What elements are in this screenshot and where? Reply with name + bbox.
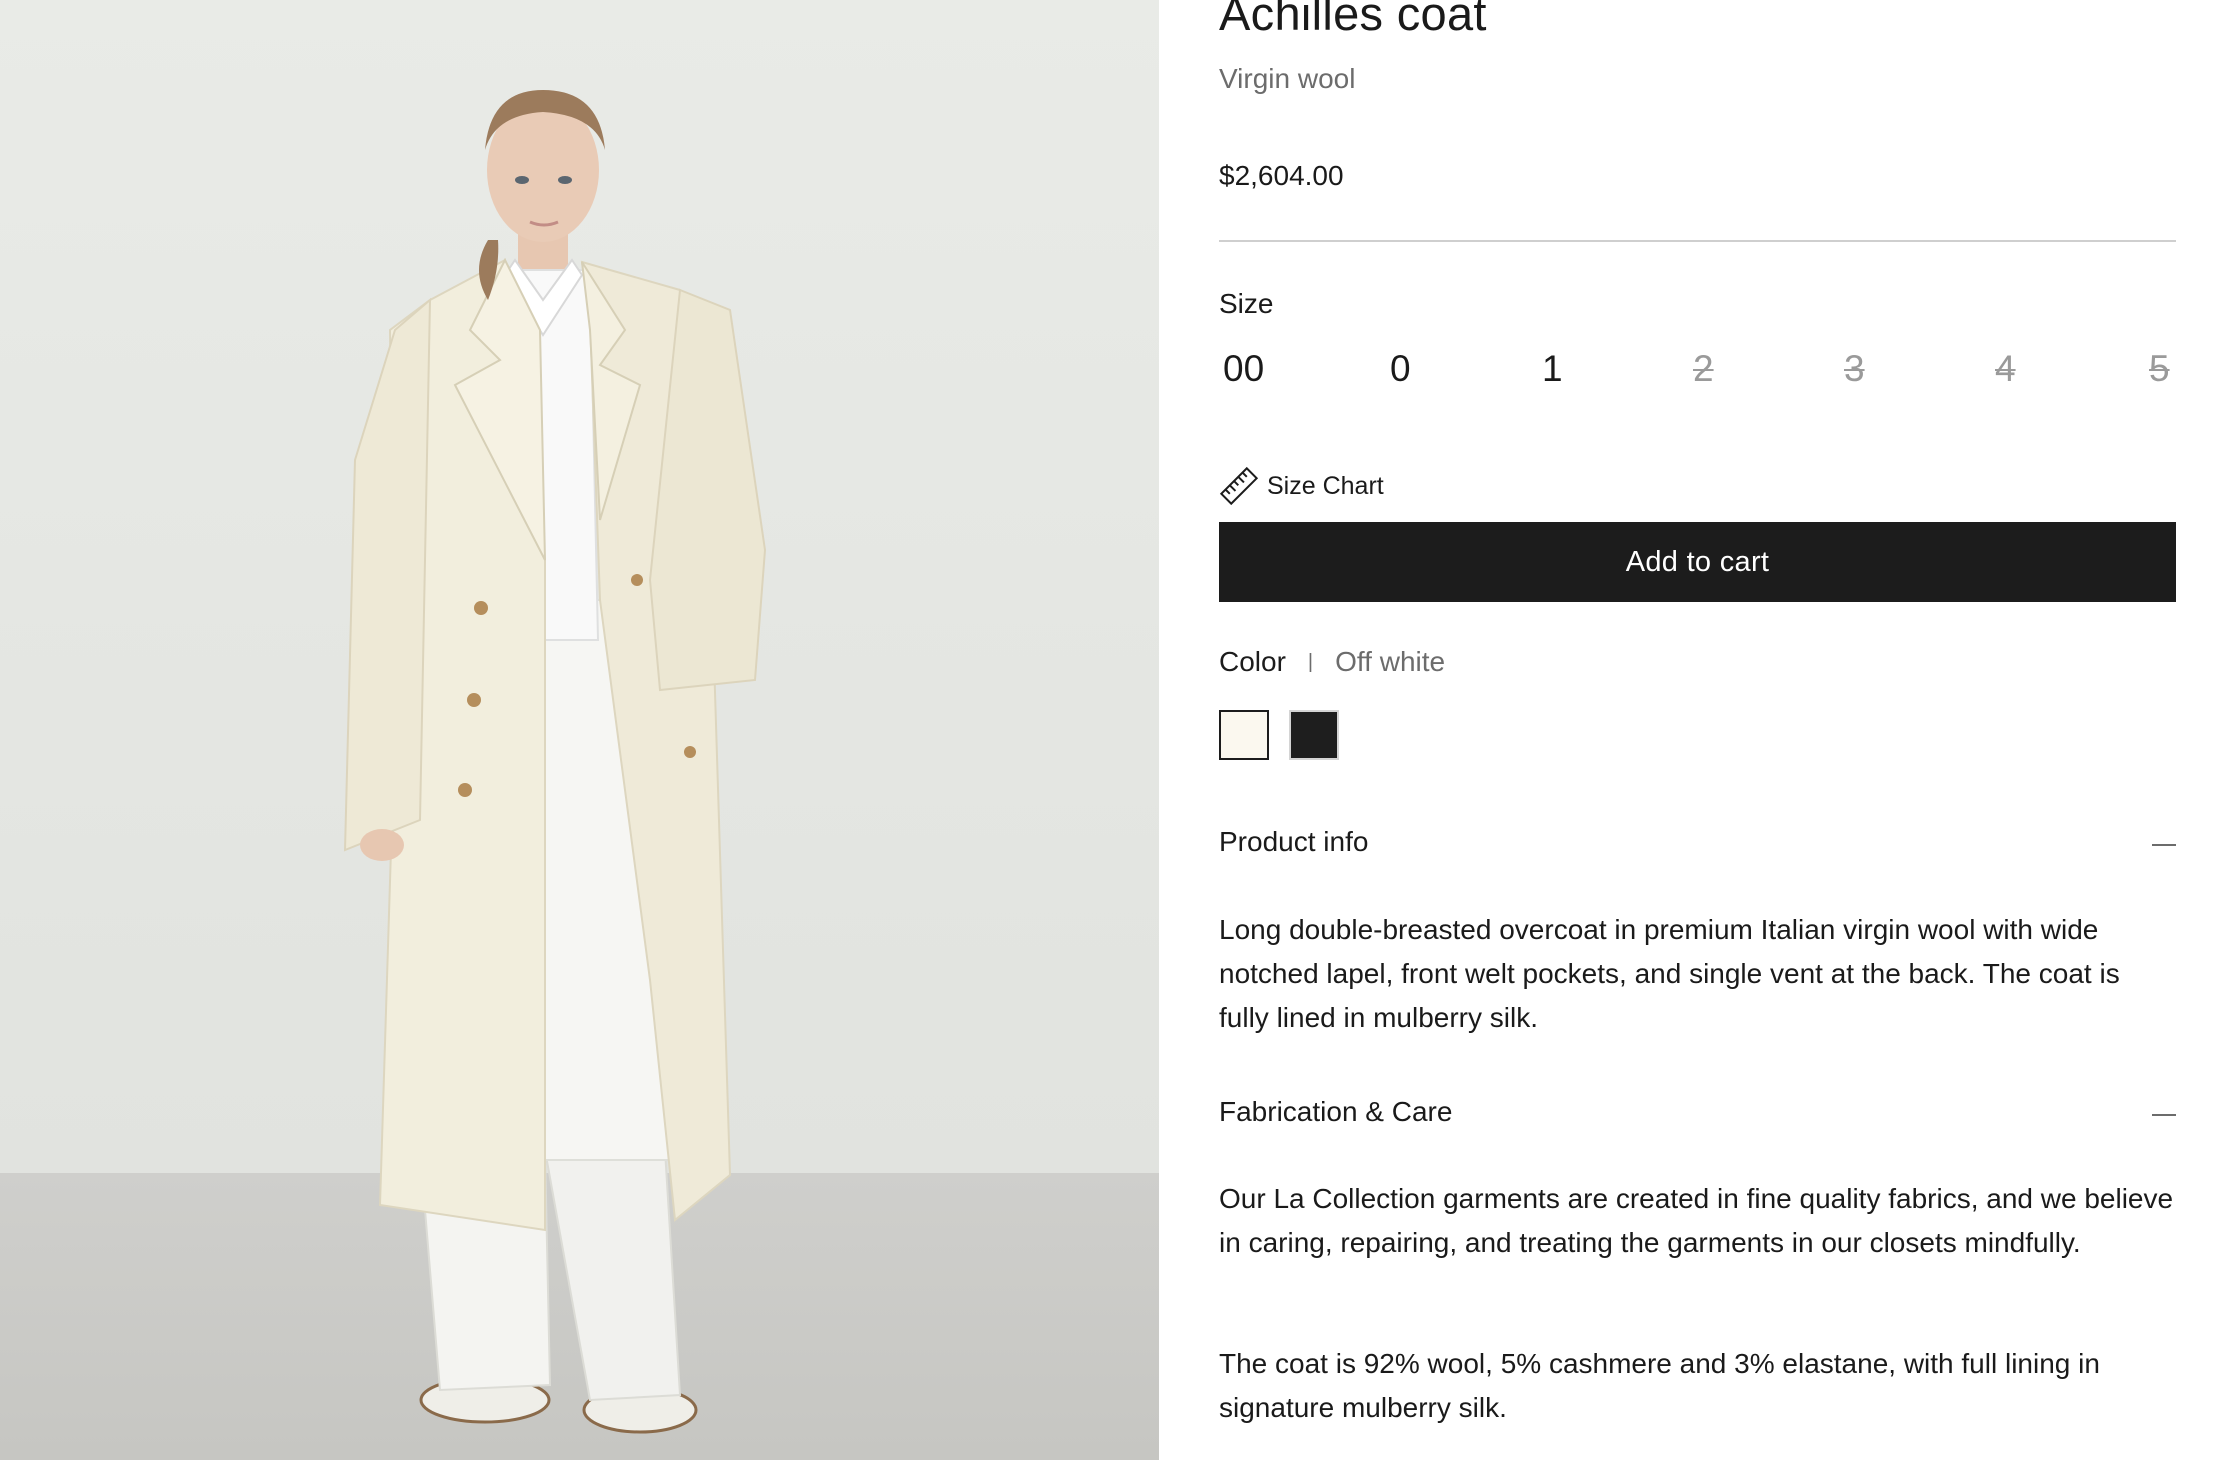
product-details-panel: Achilles coat Virgin wool $2,604.00 Size… bbox=[1219, 0, 2176, 1460]
ruler-icon bbox=[1219, 466, 1259, 506]
accordion-fabrication-care[interactable]: Fabrication & Care bbox=[1219, 1096, 2176, 1136]
color-swatch-black[interactable] bbox=[1289, 710, 1339, 760]
size-option-1[interactable]: 1 bbox=[1538, 348, 1567, 390]
product-title: Achilles coat bbox=[1219, 0, 1487, 40]
accordion-title: Product info bbox=[1219, 826, 1369, 857]
collapse-icon bbox=[2152, 844, 2176, 846]
add-to-cart-button[interactable]: Add to cart bbox=[1219, 522, 2176, 602]
color-row: Color | Off white bbox=[1219, 646, 1445, 678]
fabrication-care-text: Our La Collection garments are created i… bbox=[1219, 1183, 2174, 1258]
accordion-product-info[interactable]: Product info bbox=[1219, 826, 2176, 866]
color-separator: | bbox=[1307, 650, 1314, 673]
size-option-4: 4 bbox=[1991, 348, 2020, 390]
size-option-00[interactable]: 00 bbox=[1219, 348, 1268, 390]
color-swatch-off-white[interactable] bbox=[1219, 710, 1269, 760]
model-illustration bbox=[343, 90, 767, 1434]
size-option-5: 5 bbox=[2145, 348, 2174, 390]
size-option-0[interactable]: 0 bbox=[1386, 348, 1415, 390]
size-chart-label: Size Chart bbox=[1267, 471, 1384, 500]
collapse-icon bbox=[2152, 1114, 2176, 1116]
product-image[interactable] bbox=[0, 0, 1159, 1460]
fabrication-composition-text: The coat is 92% wool, 5% cashmere and 3%… bbox=[1219, 1348, 2100, 1423]
product-price: $2,604.00 bbox=[1219, 160, 1344, 191]
divider bbox=[1219, 240, 2176, 242]
color-label: Color bbox=[1219, 646, 1286, 677]
product-subtitle: Virgin wool bbox=[1219, 63, 1356, 94]
size-chart-link[interactable]: Size Chart bbox=[1219, 466, 1384, 506]
size-option-3: 3 bbox=[1840, 348, 1869, 390]
size-option-2: 2 bbox=[1689, 348, 1718, 390]
size-label: Size bbox=[1219, 288, 1274, 319]
product-info-text: Long double-breasted overcoat in premium… bbox=[1219, 914, 2120, 1033]
selected-color-value: Off white bbox=[1335, 646, 1446, 677]
accordion-title: Fabrication & Care bbox=[1219, 1096, 1453, 1127]
